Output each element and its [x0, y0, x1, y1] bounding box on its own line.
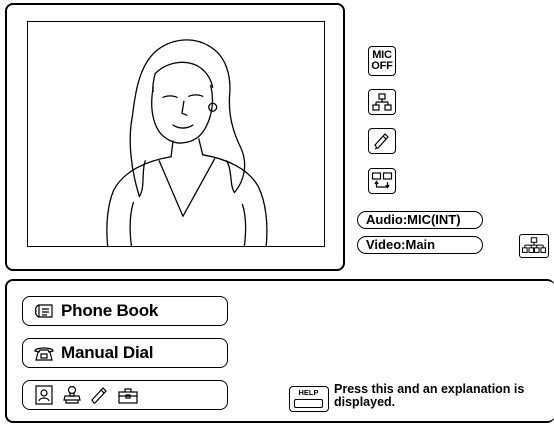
- screen-swap-button[interactable]: [368, 168, 396, 194]
- help-text-line2: displayed.: [334, 395, 396, 409]
- audio-status[interactable]: Audio:MIC(INT): [357, 211, 483, 229]
- manual-dial-button[interactable]: Manual Dial: [22, 338, 228, 368]
- annotation-button[interactable]: [368, 128, 396, 154]
- network-settings-button[interactable]: [368, 89, 396, 115]
- toolbox-icon[interactable]: [117, 384, 139, 406]
- telephone-icon: [34, 347, 54, 361]
- help-description: Press this and an explanation is display…: [334, 383, 549, 409]
- network-status-icon: [519, 234, 549, 258]
- video-display: [27, 21, 325, 247]
- contact-card-icon[interactable]: [33, 384, 55, 406]
- help-key-label: HELP: [298, 388, 319, 397]
- phone-book-icon: [35, 304, 53, 318]
- mic-off-button[interactable]: MIC OFF: [368, 46, 396, 76]
- help-button[interactable]: HELP: [289, 386, 329, 412]
- tools-tray: [22, 380, 228, 410]
- help-key-face: [294, 399, 323, 408]
- video-status[interactable]: Video:Main: [357, 236, 483, 254]
- screen-swap-icon: [371, 172, 393, 189]
- phone-book-label: Phone Book: [61, 301, 159, 320]
- network-tree-icon: [372, 93, 392, 111]
- video-person-illustration: [106, 39, 268, 246]
- manual-dial-label: Manual Dial: [61, 343, 154, 362]
- phone-book-button[interactable]: Phone Book: [22, 296, 228, 326]
- mic-off-label-line2: OFF: [371, 60, 393, 72]
- rubber-stamp-icon[interactable]: [61, 384, 83, 406]
- pen-icon[interactable]: [89, 384, 111, 406]
- pen-icon: [374, 133, 389, 150]
